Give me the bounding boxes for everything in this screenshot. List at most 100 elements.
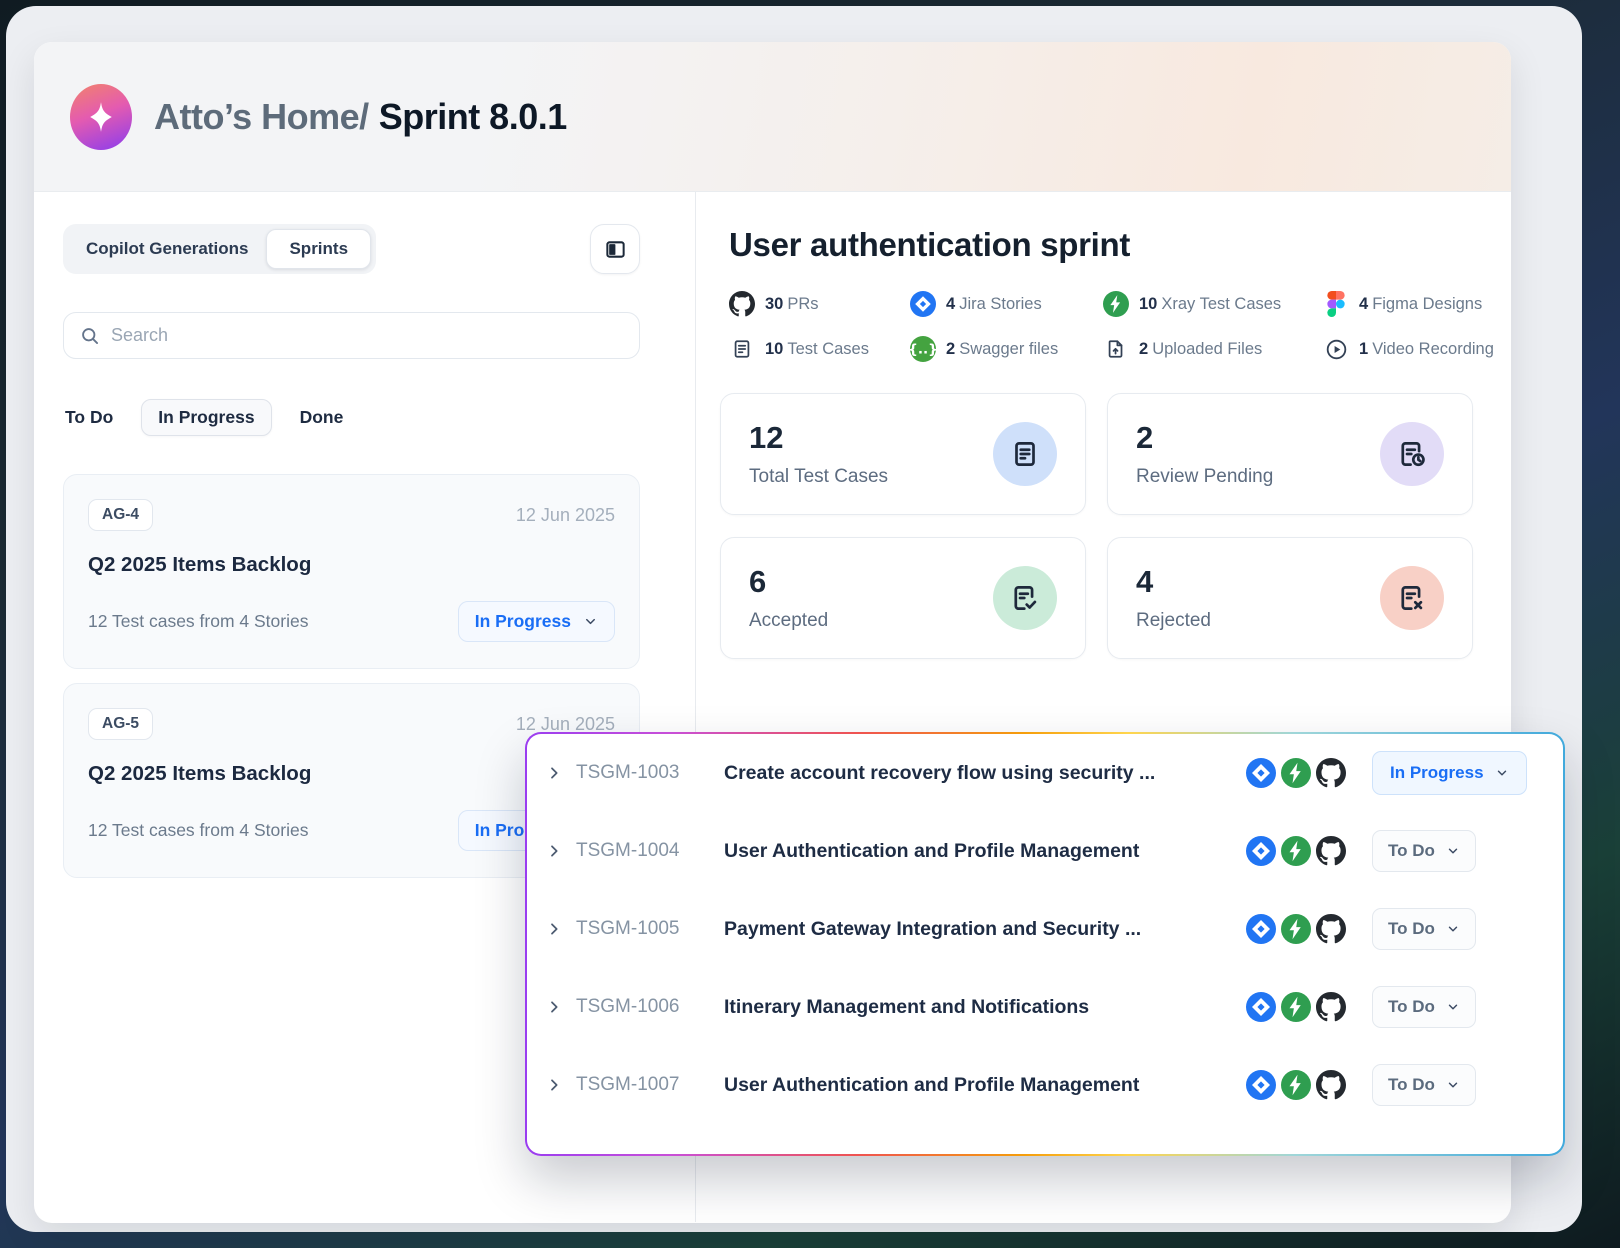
expand-chevron-icon[interactable] [545, 1077, 563, 1093]
sprint-title: User authentication sprint [720, 226, 1511, 264]
card-title: Q2 2025 Items Backlog [88, 553, 615, 577]
jira-icon [1246, 758, 1276, 788]
document-x-icon [1380, 566, 1444, 630]
card-subtitle: 12 Test cases from 4 Stories [88, 611, 308, 632]
card-id-badge: AG-4 [88, 499, 153, 531]
jira-icon [1246, 1070, 1276, 1100]
story-row-tsgm-1003[interactable]: TSGM-1003 Create account recovery flow u… [545, 734, 1541, 812]
document-clock-icon [1380, 422, 1444, 486]
github-icon [729, 291, 755, 317]
document-lines-icon [993, 422, 1057, 486]
summary-cards: 12 Total Test Cases 2 Review Pending [720, 393, 1511, 659]
swagger-icon: {..} [910, 336, 936, 362]
card-subtitle: 12 Test cases from 4 Stories [88, 820, 308, 841]
github-icon [1316, 758, 1346, 788]
card-id-badge: AG-5 [88, 708, 153, 740]
story-row-tsgm-1007[interactable]: TSGM-1007 User Authentication and Profil… [545, 1046, 1541, 1124]
story-status-dropdown[interactable]: To Do [1372, 986, 1476, 1028]
filter-todo[interactable]: To Do [63, 400, 115, 435]
story-title: User Authentication and Profile Manageme… [724, 1074, 1232, 1097]
tab-sprints[interactable]: Sprints [266, 229, 371, 269]
stat-test-cases: 10Test Cases [729, 336, 910, 362]
story-status-dropdown[interactable]: In Progress [1372, 751, 1527, 795]
summary-card-accepted: 6 Accepted [720, 537, 1086, 659]
upload-file-icon [1103, 336, 1129, 362]
story-title: Payment Gateway Integration and Security… [724, 918, 1232, 941]
panel-left-icon [604, 238, 627, 261]
github-icon [1316, 992, 1346, 1022]
search-box[interactable] [63, 312, 640, 359]
card-date: 12 Jun 2025 [516, 505, 615, 526]
breadcrumb: Atto’s Home/ [154, 96, 369, 137]
atto-logo [70, 84, 132, 150]
expand-chevron-icon[interactable] [545, 999, 563, 1015]
generation-card-ag4[interactable]: AG-4 12 Jun 2025 Q2 2025 Items Backlog 1… [63, 474, 640, 669]
jira-icon [910, 291, 936, 317]
test-cases-icon [729, 336, 755, 362]
xray-icon [1281, 1070, 1311, 1100]
chevron-down-icon [1446, 1078, 1460, 1092]
story-title: Create account recovery flow using secur… [724, 762, 1232, 785]
jira-icon [1246, 992, 1276, 1022]
collapse-sidebar-button[interactable] [590, 224, 640, 274]
stories-overlay-panel: TSGM-1003 Create account recovery flow u… [525, 732, 1565, 1156]
chevron-down-icon [1495, 766, 1509, 780]
sparkle-icon [84, 98, 118, 136]
story-id: TSGM-1006 [576, 996, 706, 1018]
github-icon [1316, 1070, 1346, 1100]
story-title: Itinerary Management and Notifications [724, 996, 1232, 1019]
document-check-icon [993, 566, 1057, 630]
stat-prs: 30PRs [729, 291, 910, 317]
xray-icon [1281, 836, 1311, 866]
xray-icon [1103, 291, 1129, 317]
github-icon [1316, 914, 1346, 944]
story-row-tsgm-1004[interactable]: TSGM-1004 User Authentication and Profil… [545, 812, 1541, 890]
view-segmented-control: Copilot Generations Sprints [63, 224, 376, 274]
search-input[interactable] [111, 325, 623, 346]
story-row-tsgm-1005[interactable]: TSGM-1005 Payment Gateway Integration an… [545, 890, 1541, 968]
expand-chevron-icon[interactable] [545, 843, 563, 859]
filter-done[interactable]: Done [298, 400, 346, 435]
story-id: TSGM-1003 [576, 762, 706, 784]
story-title: User Authentication and Profile Manageme… [724, 840, 1232, 863]
svg-text:{..}: {..} [910, 342, 936, 358]
story-row-tsgm-1006[interactable]: TSGM-1006 Itinerary Management and Notif… [545, 968, 1541, 1046]
chevron-down-icon [583, 614, 598, 629]
expand-chevron-icon[interactable] [545, 921, 563, 937]
stat-jira-stories: 4Jira Stories [910, 291, 1103, 317]
figma-icon [1323, 291, 1349, 317]
story-status-dropdown[interactable]: To Do [1372, 830, 1476, 872]
story-status-dropdown[interactable]: To Do [1372, 1064, 1476, 1106]
story-id: TSGM-1007 [576, 1074, 706, 1096]
story-source-icons [1246, 836, 1346, 866]
xray-icon [1281, 758, 1311, 788]
app-header: Atto’s Home/Sprint 8.0.1 [34, 42, 1511, 192]
chevron-down-icon [1446, 1000, 1460, 1014]
story-id: TSGM-1004 [576, 840, 706, 862]
expand-chevron-icon[interactable] [545, 765, 563, 781]
xray-icon [1281, 914, 1311, 944]
xray-icon [1281, 992, 1311, 1022]
story-source-icons [1246, 914, 1346, 944]
chevron-down-icon [1446, 922, 1460, 936]
summary-card-rejected: 4 Rejected [1107, 537, 1473, 659]
story-source-icons [1246, 758, 1346, 788]
jira-icon [1246, 914, 1276, 944]
stat-swagger-files: {..} 2Swagger files [910, 336, 1103, 362]
jira-icon [1246, 836, 1276, 866]
filter-in-progress[interactable]: In Progress [141, 399, 271, 436]
story-source-icons [1246, 992, 1346, 1022]
github-icon [1316, 836, 1346, 866]
page-title: Atto’s Home/Sprint 8.0.1 [154, 96, 567, 138]
story-id: TSGM-1005 [576, 918, 706, 940]
tab-copilot-generations[interactable]: Copilot Generations [68, 229, 266, 269]
search-icon [80, 326, 100, 346]
chevron-down-icon [1446, 844, 1460, 858]
sprint-stats: 30PRs 4Jira Stories 10Xray Test Cases [720, 291, 1511, 362]
stat-video-recording: 1Video Recording [1323, 336, 1511, 362]
story-status-dropdown[interactable]: To Do [1372, 908, 1476, 950]
story-source-icons [1246, 1070, 1346, 1100]
stat-figma-designs: 4Figma Designs [1323, 291, 1511, 317]
summary-card-review-pending: 2 Review Pending [1107, 393, 1473, 515]
card-status-dropdown[interactable]: In Progress [458, 601, 615, 642]
